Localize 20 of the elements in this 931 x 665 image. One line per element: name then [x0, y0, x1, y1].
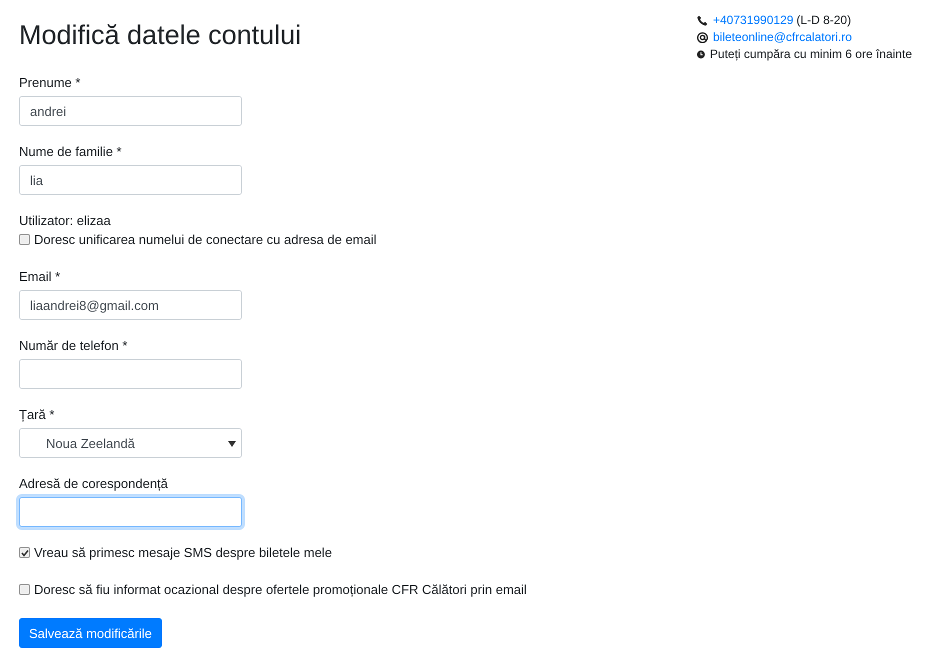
checkbox-label: Vreau să primesc mesaje SMS despre biletele mele: [34, 544, 332, 561]
input-field[interactable]: andrei: [19, 96, 242, 126]
field-label: Adresă de corespondență: [19, 475, 168, 492]
email-link[interactable]: bileteonline@cfrcalatori.ro: [713, 29, 852, 46]
country-dropdown[interactable]: Noua Zeelandă: [19, 428, 242, 458]
checkbox-label: Doresc unificarea numelui de conectare cu adresa de email: [34, 231, 377, 248]
field-label: Nume de familie *: [19, 143, 122, 160]
input-field[interactable]: lia: [19, 165, 242, 195]
field-label: Prenume *: [19, 74, 80, 91]
save-button[interactable]: Salvează modificările: [19, 618, 162, 648]
input-field[interactable]: liaandrei8@gmail.com: [19, 290, 242, 320]
username-text: Utilizator: elizaa: [19, 212, 111, 229]
field-label: Țară *: [19, 406, 54, 423]
phone-link[interactable]: +40731990129: [713, 12, 794, 29]
notice-text: Puteți cumpăra cu minim 6 ore înainte: [710, 46, 912, 63]
field-label: Email *: [19, 268, 60, 285]
checkbox-label: Doresc să fiu informat ocazional despre ofertele promoționale CFR Călători prin email: [34, 581, 527, 598]
page-title: Modifică datele contului: [19, 19, 302, 52]
hours-text: (L-D 8-20): [796, 12, 852, 29]
field-label: Număr de telefon *: [19, 337, 128, 354]
